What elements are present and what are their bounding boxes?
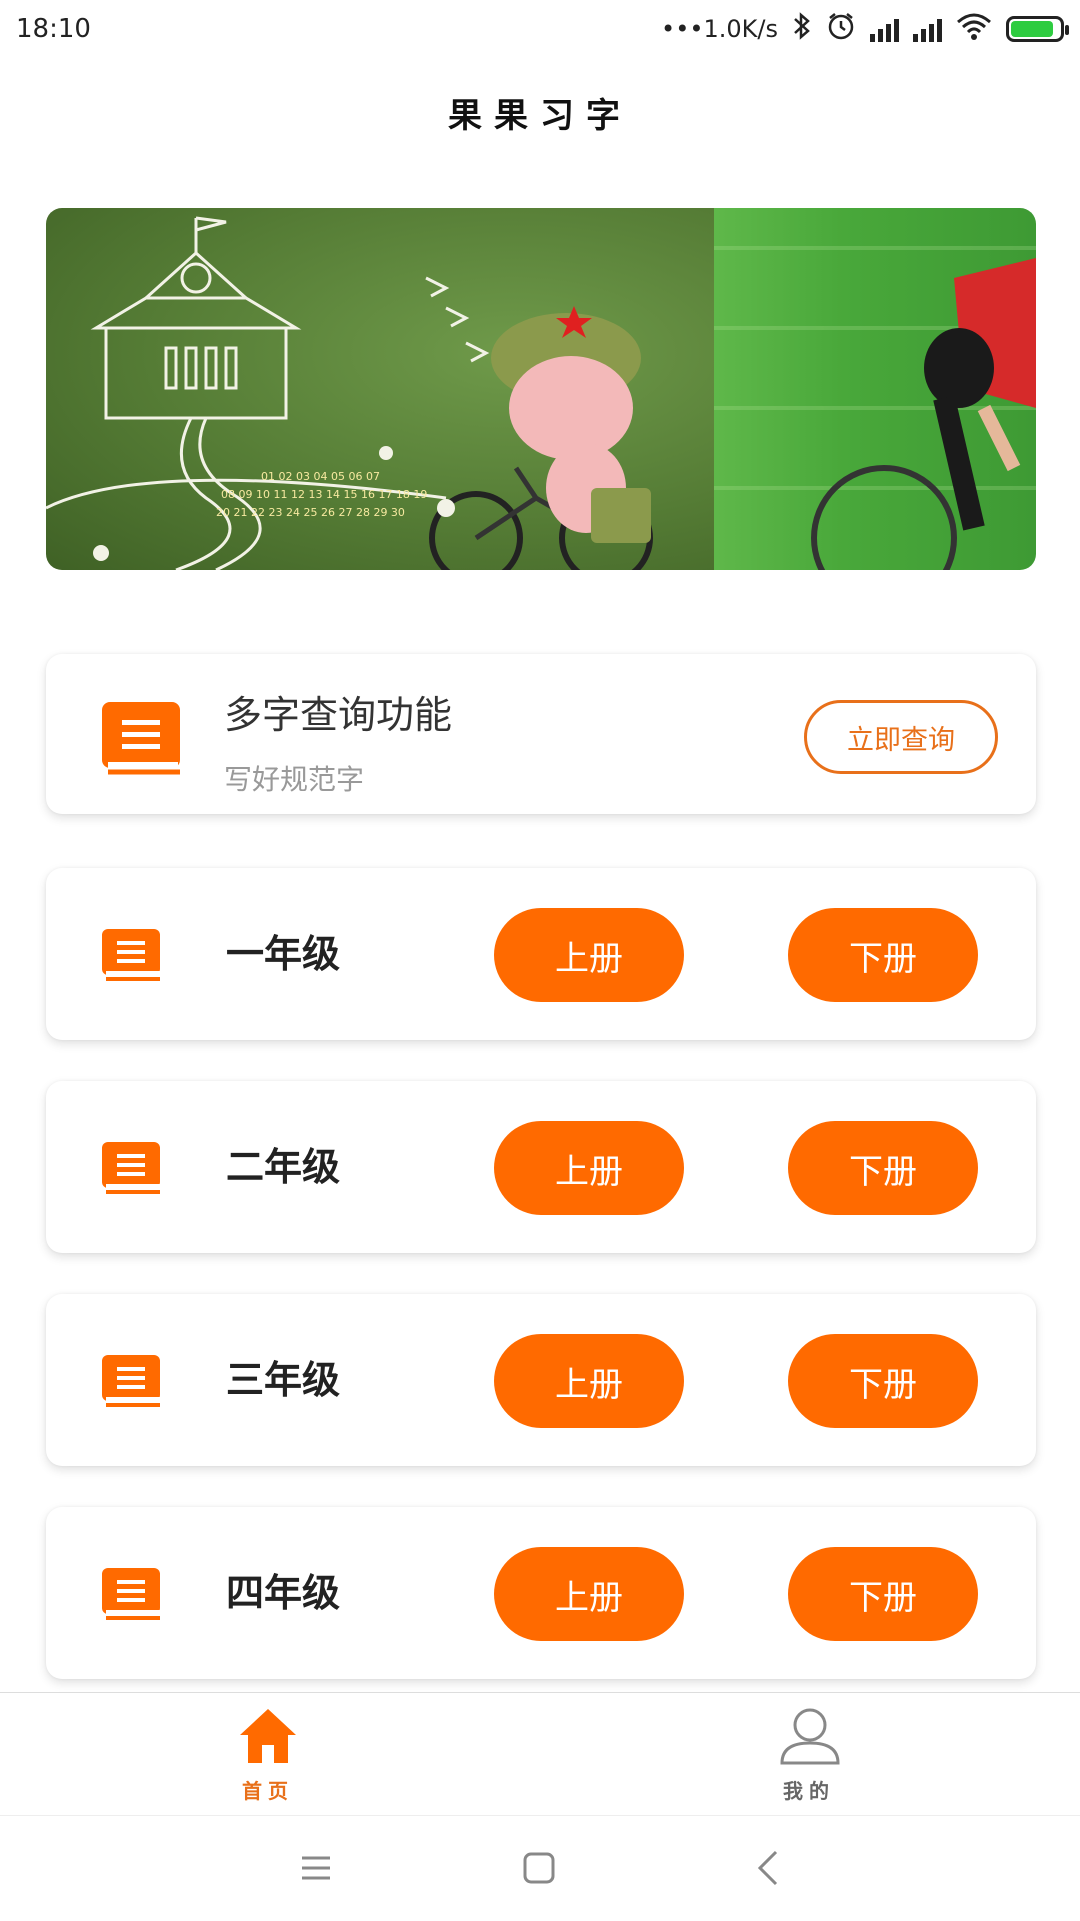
svg-text:08 09 10 11 12 13 14 15 16 17: 08 09 10 11 12 13 14 15 16 17 18 19 — [221, 488, 427, 501]
grade-card: 一年级 上册 下册 — [46, 868, 1036, 1040]
query-now-button[interactable]: 立即查询 — [804, 700, 998, 774]
grade-label: 二年级 — [226, 1145, 341, 1189]
status-icons: •••1.0K/s — [661, 11, 1069, 48]
volume-1-button[interactable]: 上册 — [494, 908, 684, 1002]
volume-2-button[interactable]: 下册 — [788, 1121, 978, 1215]
query-title: 多字查询功能 — [224, 693, 453, 737]
book-icon — [102, 1568, 162, 1626]
book-icon — [102, 1355, 162, 1413]
page-title: 果果习字 — [448, 96, 632, 136]
volume-2-button[interactable]: 下册 — [788, 1334, 978, 1428]
home-square-icon[interactable] — [523, 1852, 555, 1888]
alarm-icon — [826, 11, 856, 48]
back-icon[interactable] — [756, 1850, 780, 1890]
nav-label-mine: 我的 — [783, 1779, 835, 1803]
battery-charging-icon — [1006, 16, 1069, 42]
signal-icon — [913, 16, 942, 42]
grade-label: 三年级 — [226, 1358, 341, 1402]
svg-text:20 21 22 23 24 25 26 27 28 29: 20 21 22 23 24 25 26 27 28 29 30 — [216, 506, 405, 519]
volume-1-button[interactable]: 上册 — [494, 1547, 684, 1641]
bluetooth-icon — [792, 11, 812, 48]
book-icon — [102, 702, 182, 780]
banner-carousel[interactable]: 01 02 03 04 05 06 07 08 09 10 11 12 13 1… — [46, 208, 1036, 570]
nav-tab-mine[interactable]: 我的 — [709, 1693, 909, 1815]
wifi-icon — [956, 12, 992, 47]
grade-label: 一年级 — [226, 932, 341, 976]
volume-2-button[interactable]: 下册 — [788, 908, 978, 1002]
grade-card: 三年级 上册 下册 — [46, 1294, 1036, 1466]
volume-1-button[interactable]: 上册 — [494, 1121, 684, 1215]
status-bar: 18:10 •••1.0K/s — [0, 0, 1080, 58]
signal-icon — [870, 16, 899, 42]
status-time: 18:10 — [16, 14, 91, 44]
svg-text:01 02 03 04 05 06 07: 01 02 03 04 05 06 07 — [261, 470, 380, 483]
system-nav-bar — [0, 1815, 1080, 1921]
bottom-nav: 首页 我的 — [0, 1692, 1080, 1815]
query-subtitle: 写好规范字 — [224, 763, 365, 796]
multi-char-query-card: 多字查询功能 写好规范字 立即查询 — [46, 654, 1036, 814]
grade-label: 四年级 — [226, 1571, 341, 1615]
nav-tab-home[interactable]: 首页 — [168, 1693, 368, 1815]
volume-2-button[interactable]: 下册 — [788, 1547, 978, 1641]
grade-card: 二年级 上册 下册 — [46, 1081, 1036, 1253]
banner-image-chalkboard: 01 02 03 04 05 06 07 08 09 10 11 12 13 1… — [46, 208, 714, 570]
book-icon — [102, 1142, 162, 1200]
menu-icon[interactable] — [300, 1854, 332, 1886]
person-icon — [779, 1707, 841, 1769]
nav-label-home: 首页 — [242, 1779, 294, 1803]
book-icon — [102, 929, 162, 987]
network-speed: •••1.0K/s — [661, 15, 778, 43]
grade-card: 四年级 上册 下册 — [46, 1507, 1036, 1679]
home-icon — [238, 1707, 298, 1769]
volume-1-button[interactable]: 上册 — [494, 1334, 684, 1428]
banner-image-cyclist — [714, 208, 1036, 570]
